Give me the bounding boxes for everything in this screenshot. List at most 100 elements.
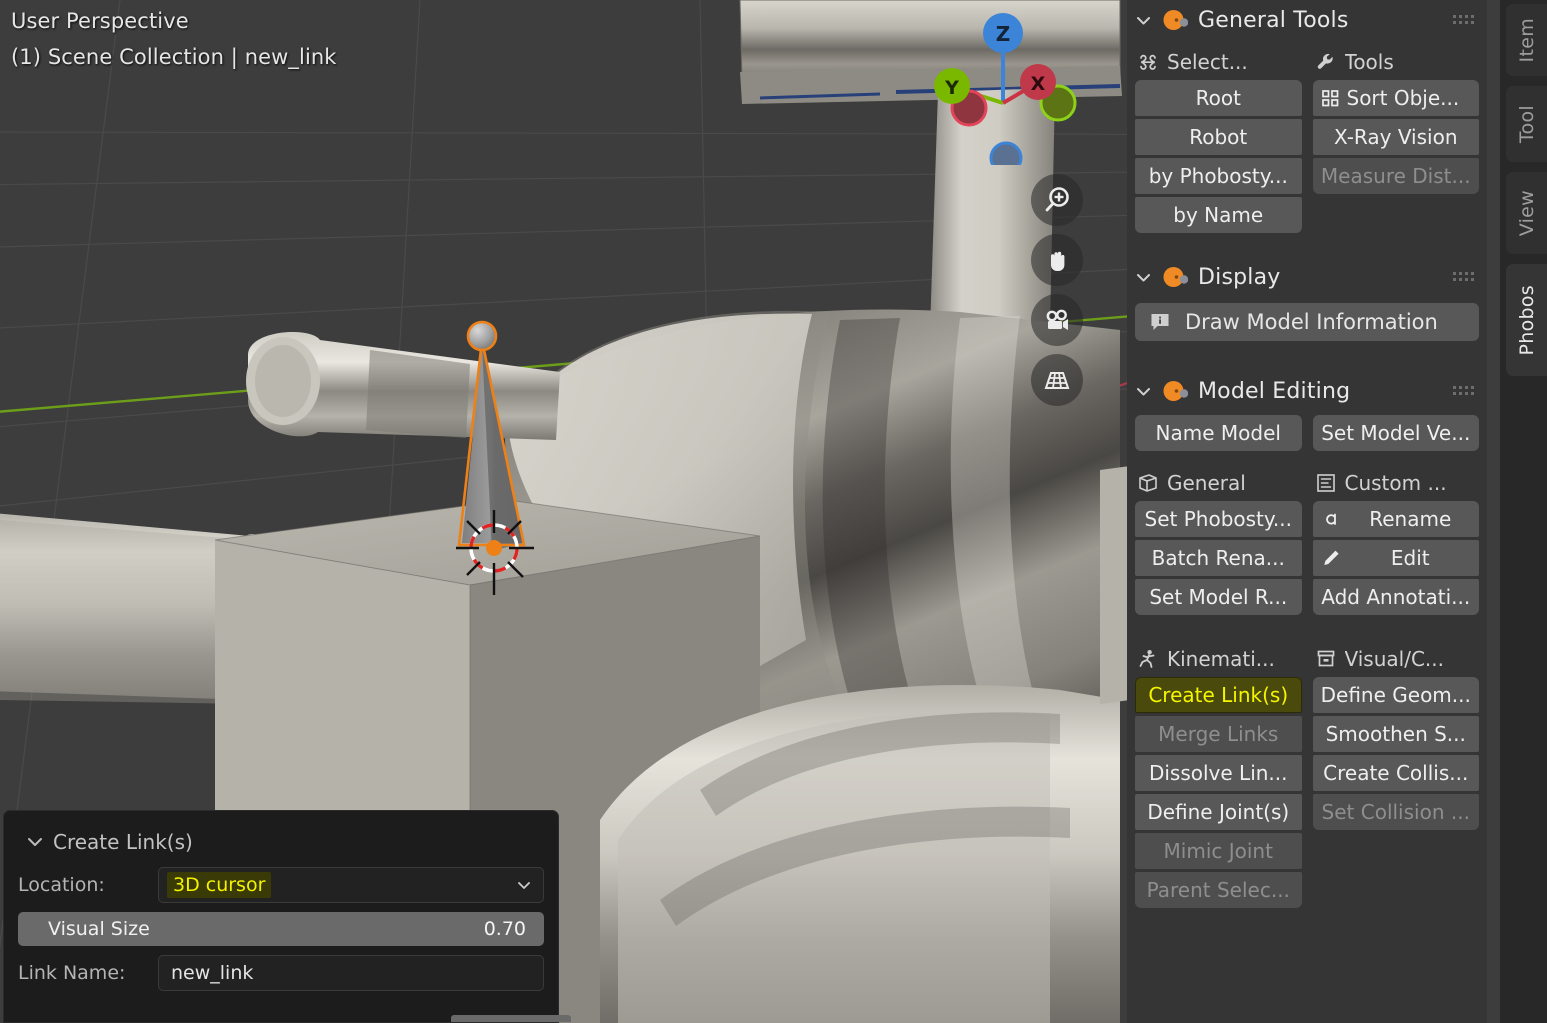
phobos-icon bbox=[1163, 10, 1188, 30]
section-display-header[interactable]: Display bbox=[1127, 257, 1487, 297]
cube-icon bbox=[1139, 474, 1157, 492]
select-robot-button[interactable]: Robot bbox=[1135, 119, 1302, 155]
section-model-editing-header[interactable]: Model Editing bbox=[1127, 371, 1487, 411]
button-label: Set Collision ... bbox=[1321, 800, 1470, 824]
redo-panel-header[interactable]: Create Link(s) bbox=[26, 827, 544, 857]
column-custom: Custom ... Rename Edit Add Annotati... bbox=[1312, 465, 1479, 615]
tab-phobos[interactable]: Phobos bbox=[1506, 264, 1547, 376]
toggle-orthographic-button[interactable] bbox=[1031, 354, 1083, 406]
grid-icon bbox=[1044, 372, 1070, 389]
font-a-icon bbox=[1325, 513, 1336, 525]
section-title: General Tools bbox=[1198, 7, 1349, 33]
xray-vision-button[interactable]: X-Ray Vision bbox=[1312, 119, 1479, 155]
section-title: Model Editing bbox=[1198, 378, 1351, 404]
button-label: Set Model R... bbox=[1149, 585, 1288, 609]
set-model-root-button[interactable]: Set Model R... bbox=[1135, 579, 1302, 615]
zoom-icon bbox=[1045, 187, 1069, 212]
name-model-button[interactable]: Name Model bbox=[1135, 415, 1302, 451]
tab-item[interactable]: Item bbox=[1506, 4, 1547, 76]
visual-size-row: Visual Size 0.70 bbox=[18, 911, 544, 947]
button-label: Mimic Joint bbox=[1163, 839, 1273, 863]
button-label: Robot bbox=[1189, 125, 1248, 149]
visual-size-slider[interactable]: Visual Size 0.70 bbox=[18, 912, 544, 946]
column-header-tools: Tools bbox=[1313, 44, 1480, 80]
select-root-button[interactable]: Root bbox=[1135, 80, 1302, 116]
add-annotation-button[interactable]: Add Annotati... bbox=[1312, 579, 1479, 615]
button-label: X-Ray Vision bbox=[1333, 125, 1458, 149]
chevron-down-icon bbox=[1137, 16, 1150, 24]
column-header-label: General bbox=[1167, 471, 1246, 495]
location-value: 3D cursor bbox=[167, 872, 272, 898]
set-model-version-button[interactable]: Set Model Ve... bbox=[1312, 415, 1479, 451]
button-label: Define Joint(s) bbox=[1147, 800, 1290, 824]
hand-icon bbox=[1051, 251, 1065, 271]
batch-rename-button[interactable]: Batch Rena... bbox=[1135, 540, 1302, 576]
column-header-label: Kinemati... bbox=[1167, 647, 1275, 671]
smoothen-surface-button[interactable]: Smoothen S... bbox=[1312, 716, 1479, 752]
chevron-down-icon bbox=[1137, 273, 1150, 281]
draw-model-information-button[interactable]: Draw Model Information bbox=[1135, 303, 1479, 341]
grid-objects-icon bbox=[1321, 89, 1338, 106]
create-collision-button[interactable]: Create Collis... bbox=[1312, 755, 1479, 791]
node-select-icon bbox=[1140, 54, 1156, 70]
location-dropdown[interactable]: 3D cursor bbox=[158, 867, 544, 903]
zoom-button[interactable] bbox=[1031, 174, 1083, 226]
column-general: General Set Phobosty... Batch Rena... Se… bbox=[1135, 465, 1302, 615]
dissolve-links-button[interactable]: Dissolve Lin... bbox=[1135, 755, 1302, 791]
column-header-visual-collision: Visual/C... bbox=[1313, 641, 1480, 677]
button-label: Define Geom... bbox=[1320, 683, 1471, 707]
set-phobostype-button[interactable]: Set Phobosty... bbox=[1135, 501, 1302, 537]
tab-tool[interactable]: Tool bbox=[1506, 86, 1547, 162]
blender-window: User Perspective (1) Scene Collection | … bbox=[0, 0, 1547, 1023]
button-label: Create Collis... bbox=[1323, 761, 1469, 785]
button-label: by Name bbox=[1173, 203, 1264, 227]
button-label: Root bbox=[1195, 86, 1241, 110]
navigation-gizmo[interactable]: Z Y X bbox=[925, 5, 1085, 165]
sort-objects-button[interactable]: Sort Obje... bbox=[1312, 80, 1479, 116]
mimic-joint-button: Mimic Joint bbox=[1135, 833, 1302, 869]
button-label: Set Phobosty... bbox=[1144, 507, 1292, 531]
select-by-phobostype-button[interactable]: by Phobosty... bbox=[1135, 158, 1302, 194]
button-label: Set Model Ve... bbox=[1321, 421, 1471, 445]
button-label: Smoothen S... bbox=[1325, 722, 1466, 746]
create-links-button[interactable]: Create Link(s) bbox=[1135, 677, 1302, 713]
button-label: Rename bbox=[1369, 507, 1452, 531]
archive-box-icon bbox=[1317, 650, 1334, 667]
link-name-input[interactable]: new_link bbox=[158, 955, 544, 991]
camera-icon bbox=[1046, 309, 1068, 330]
tab-label: Tool bbox=[1515, 104, 1538, 144]
column-header-select: Select... bbox=[1135, 44, 1302, 80]
redo-panel-partial-widget bbox=[451, 1015, 571, 1022]
visual-size-value: 0.70 bbox=[483, 918, 526, 940]
redo-panel-title: Create Link(s) bbox=[53, 830, 193, 854]
location-row: Location: 3D cursor bbox=[18, 867, 544, 903]
link-name-value: new_link bbox=[171, 962, 254, 984]
define-joints-button[interactable]: Define Joint(s) bbox=[1135, 794, 1302, 830]
drag-handle-icon[interactable] bbox=[1453, 385, 1475, 397]
operator-redo-panel[interactable]: Create Link(s) Location: 3D cursor Visua… bbox=[3, 810, 571, 1023]
column-header-kinematics: Kinemati... bbox=[1135, 641, 1302, 677]
tab-view[interactable]: View bbox=[1506, 172, 1547, 254]
button-label: by Phobosty... bbox=[1148, 164, 1288, 188]
section-general-tools-header[interactable]: General Tools bbox=[1127, 0, 1487, 40]
drag-handle-icon[interactable] bbox=[1453, 14, 1475, 26]
button-label: Sort Obje... bbox=[1346, 86, 1460, 110]
select-by-name-button[interactable]: by Name bbox=[1135, 197, 1302, 233]
edit-button[interactable]: Edit bbox=[1312, 540, 1479, 576]
pan-view-button[interactable] bbox=[1031, 234, 1083, 286]
column-header-label: Tools bbox=[1344, 50, 1394, 74]
rename-button[interactable]: Rename bbox=[1312, 501, 1479, 537]
column-header-general: General bbox=[1135, 465, 1302, 501]
gizmo-neg-z-ball bbox=[989, 141, 1023, 165]
measure-distance-button: Measure Dist... bbox=[1312, 158, 1479, 194]
phobos-properties-panel[interactable]: General Tools Select... Root Robot by Ph… bbox=[1127, 0, 1487, 1023]
define-geometry-button[interactable]: Define Geom... bbox=[1312, 677, 1479, 713]
button-label: Name Model bbox=[1155, 421, 1281, 445]
phobos-icon bbox=[1163, 267, 1188, 287]
camera-view-button[interactable] bbox=[1031, 294, 1083, 346]
parent-selection-button: Parent Selec... bbox=[1135, 872, 1302, 908]
column-select: Select... Root Robot by Phobosty... by N bbox=[1135, 44, 1302, 233]
drag-handle-icon[interactable] bbox=[1453, 271, 1475, 283]
button-label: Measure Dist... bbox=[1320, 164, 1471, 188]
button-label: Create Link(s) bbox=[1148, 683, 1289, 707]
